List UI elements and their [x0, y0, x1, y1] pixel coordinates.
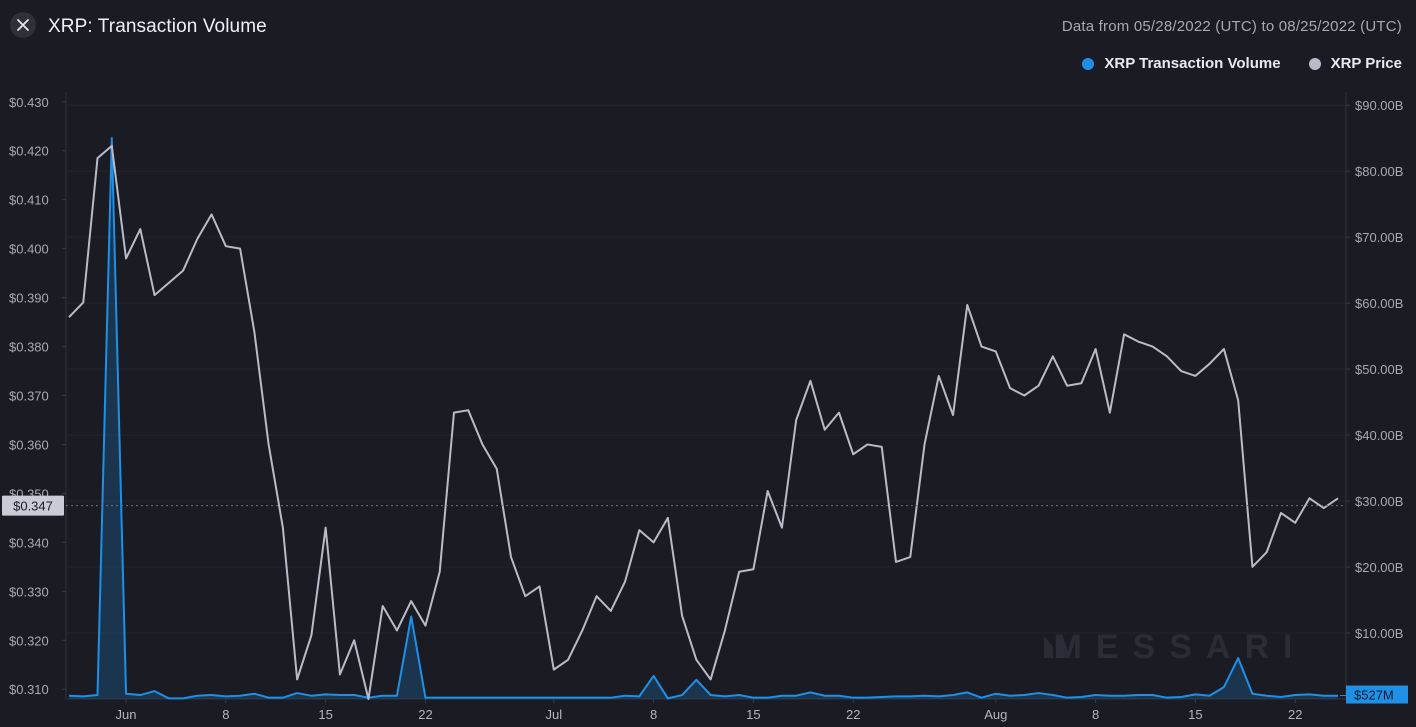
x-tick-label-4: Jul	[545, 707, 562, 722]
x-tick-label-7: 22	[846, 707, 860, 722]
x-tick-label-9: 8	[1092, 707, 1099, 722]
left-tick-label-3: $0.340	[9, 535, 49, 550]
x-tick-label-0: Jun	[116, 707, 137, 722]
x-tick-label-1: 8	[222, 707, 229, 722]
x-tick-label-6: 15	[746, 707, 760, 722]
left-tick-label-1: $0.320	[9, 633, 49, 648]
price-series-line	[68, 144, 1339, 700]
left-tick-label-7: $0.380	[9, 340, 49, 355]
volume-area	[69, 138, 1338, 699]
right-tick-label-8: $90.00B	[1355, 98, 1403, 113]
chart-canvas[interactable]: $0.310$0.320$0.330$0.340$0.350$0.360$0.3…	[0, 0, 1416, 727]
x-tick-label-3: 22	[418, 707, 432, 722]
current-volume-label: $527M	[1354, 688, 1394, 703]
volume-series-line	[68, 137, 1338, 700]
right-tick-label-2: $30.00B	[1355, 494, 1403, 509]
right-tick-label-1: $20.00B	[1355, 560, 1403, 575]
left-tick-label-12: $0.430	[9, 95, 49, 110]
x-tick-label-2: 15	[318, 707, 332, 722]
left-tick-label-10: $0.410	[9, 193, 49, 208]
left-tick-label-5: $0.360	[9, 437, 49, 452]
left-tick-label-0: $0.310	[9, 682, 49, 697]
left-tick-label-2: $0.330	[9, 584, 49, 599]
right-tick-label-0: $10.00B	[1355, 626, 1403, 641]
right-tick-label-5: $60.00B	[1355, 296, 1403, 311]
left-tick-label-9: $0.400	[9, 242, 49, 257]
x-tick-label-11: 22	[1288, 707, 1302, 722]
right-tick-label-7: $80.00B	[1355, 164, 1403, 179]
left-tick-label-6: $0.370	[9, 389, 49, 404]
messari-watermark: MESSARI	[1054, 628, 1307, 666]
right-tick-label-6: $70.00B	[1355, 230, 1403, 245]
right-tick-label-4: $50.00B	[1355, 362, 1403, 377]
left-tick-label-8: $0.390	[9, 291, 49, 306]
x-tick-label-8: Aug	[984, 707, 1007, 722]
left-tick-label-11: $0.420	[9, 144, 49, 159]
current-price-label: $0.347	[13, 499, 53, 514]
x-tick-label-5: 8	[650, 707, 657, 722]
right-tick-label-3: $40.00B	[1355, 428, 1403, 443]
x-tick-label-10: 15	[1188, 707, 1202, 722]
